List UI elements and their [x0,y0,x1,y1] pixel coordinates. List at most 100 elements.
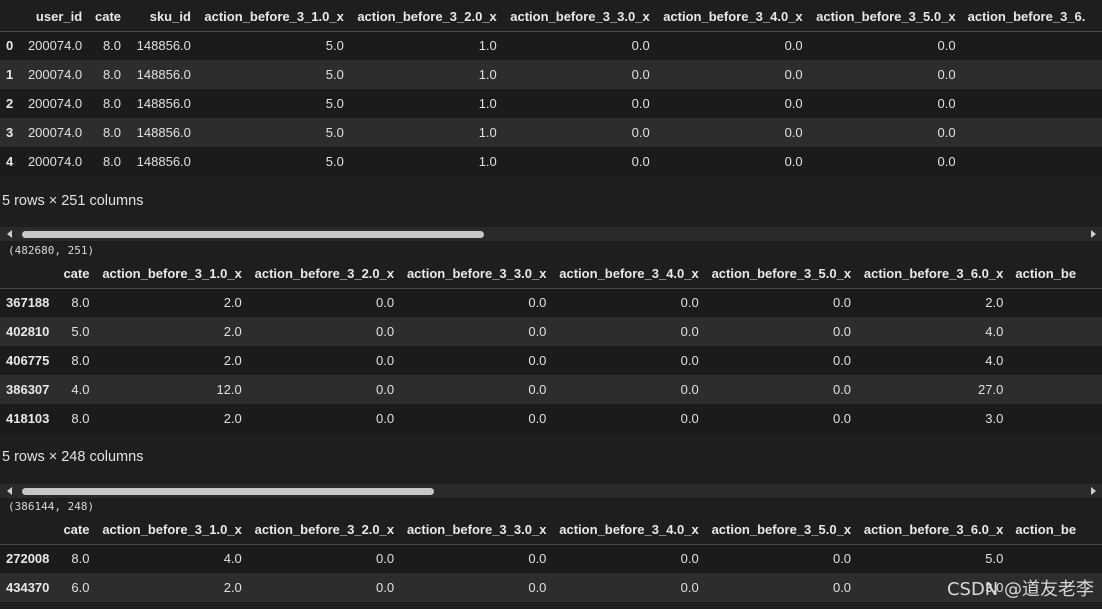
column-header: action_before_3_2.0_x [254,265,395,281]
table-cell: 0.0 [680,353,699,368]
scroll-left-icon[interactable] [2,227,16,241]
table-row: 1 200074.0 8.0 148856.0 5.0 1.0 0.0 0.0 0.0 [0,60,1102,89]
index-header [0,515,57,544]
row-index: 4 [6,154,14,169]
table-cell: 0.0 [376,324,395,339]
table-cell: 0.0 [376,295,395,311]
table-cell: 0.0 [784,96,803,111]
table-cell: 148856.0 [136,125,191,140]
table-cell: 0.0 [528,411,547,426]
column-header: action_before_3_2.0_x [254,521,395,537]
table-cell: 0.0 [680,580,699,595]
table-cell: 200074.0 [27,67,83,82]
table-cell: 0.0 [832,295,852,311]
table-cell: 8.0 [71,353,90,368]
table-row: 418103 8.0 2.0 0.0 0.0 0.0 0.0 3.0 [0,404,1102,433]
table-cell: 2.0 [985,295,1004,311]
column-header: action_before_3_1.0_x [102,265,242,281]
table-cell: 200074.0 [27,96,83,111]
table-cell: 0.0 [832,324,852,339]
table-cell [1009,346,1102,375]
table-row: 3 200074.0 8.0 148856.0 5.0 1.0 0.0 0.0 0.0 [0,118,1102,147]
table-cell: 1.0 [478,38,497,54]
table-cell: 5.0 [985,551,1004,567]
table-row: 367188 8.0 2.0 0.0 0.0 0.0 0.0 2.0 [0,288,1102,317]
table-cell: 4.0 [223,551,242,567]
csdn-watermark: CSDN @道友老李 [946,579,1094,600]
scroll-right-icon[interactable] [1086,227,1100,241]
shape-output-2: (386144, 248) [8,500,95,513]
table-cell: 0.0 [680,324,699,339]
table-cell: 8.0 [102,154,122,169]
table-cell: 0.0 [376,382,395,397]
table-cell [962,31,1102,60]
table-cell: 8.0 [102,96,122,111]
column-header: action_be [1015,521,1077,537]
scrollbar-thumb[interactable] [22,488,434,495]
dataframe-output-2: cate action_before_3_1.0_x action_before_3… [0,259,1102,433]
table-cell: 3.0 [985,411,1004,426]
table-cell: 0.0 [832,382,852,397]
table-cell: 8.0 [71,411,90,426]
table-cell: 0.0 [528,353,547,368]
table-cell: 12.0 [216,382,242,397]
table-cell: 0.0 [376,353,395,368]
rows-columns-caption-1: 5 rows × 251 columns [2,193,144,209]
column-header: action_before_3_4.0_x [559,521,699,537]
dataframe-table-3: cate action_before_3_1.0_x action_before_3… [0,515,1102,602]
table-cell: 1.0 [478,96,497,111]
column-header: action_before_3_5.0_x [711,265,852,281]
row-index: 402810 [6,324,50,339]
dataframe-output-3: cate action_before_3_1.0_x action_before_3… [0,515,1102,602]
table-cell: 2.0 [223,295,242,311]
table-cell [1009,544,1102,573]
column-header: cate [94,8,122,24]
horizontal-scrollbar-1[interactable] [0,227,1102,241]
table-cell: 5.0 [325,67,344,82]
scroll-right-icon[interactable] [1086,484,1100,498]
column-header: action_before_3_1.0_x [204,8,344,24]
horizontal-scrollbar-2[interactable] [0,484,1102,498]
table-row: 406775 8.0 2.0 0.0 0.0 0.0 0.0 4.0 [0,346,1102,375]
table-cell: 5.0 [71,324,90,339]
column-header: action_before_3_4.0_x [559,265,699,281]
scrollbar-thumb[interactable] [22,231,484,238]
table-row: 2 200074.0 8.0 148856.0 5.0 1.0 0.0 0.0 0.0 [0,89,1102,118]
column-header: cate [63,265,90,281]
table-cell: 0.0 [528,324,547,339]
table-header-row: user_id cate sku_id action_before_3_1.0_x ac… [0,2,1102,31]
table-cell: 0.0 [680,295,699,311]
table-cell: 1.0 [478,67,497,82]
table-header-row: cate action_before_3_1.0_x action_before_3… [0,515,1102,544]
row-index: 386307 [6,382,50,397]
table-cell: 148856.0 [136,154,191,169]
row-index: 1 [6,67,14,82]
column-header: action_before_3_6.0_x [863,265,1004,281]
table-cell: 0.0 [784,125,803,140]
row-index: 0 [6,38,14,54]
table-cell: 0.0 [528,580,547,595]
table-cell: 0.0 [680,551,699,567]
table-row: 0 200074.0 8.0 148856.0 5.0 1.0 0.0 0.0 0.0 [0,31,1102,60]
scroll-left-icon[interactable] [2,484,16,498]
column-header: user_id [35,8,83,24]
table-cell: 8.0 [102,38,122,54]
table-cell: 0.0 [376,580,395,595]
table-cell: 8.0 [102,67,122,82]
table-cell [962,147,1102,176]
column-header: action_be [1015,265,1077,281]
table-header-row: cate action_before_3_1.0_x action_before_3… [0,259,1102,288]
table-cell: 0.0 [832,551,852,567]
table-cell: 0.0 [832,411,852,426]
table-cell [962,60,1102,89]
table-cell: 0.0 [631,125,650,140]
table-cell: 2.0 [223,580,242,595]
table-cell: 8.0 [71,295,90,311]
table-cell: 0.0 [832,580,852,595]
table-cell: 0.0 [631,154,650,169]
table-cell: 27.0 [978,382,1004,397]
table-cell: 0.0 [631,96,650,111]
table-cell: 2.0 [223,353,242,368]
table-cell: 200074.0 [27,125,83,140]
table-cell: 200074.0 [27,154,83,169]
